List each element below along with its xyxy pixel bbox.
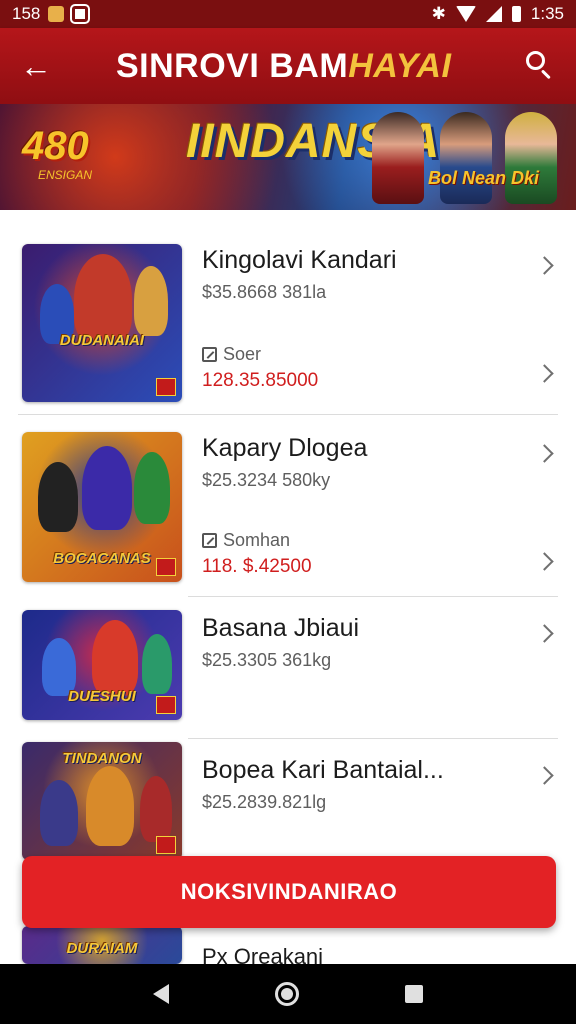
chevron-right-icon[interactable] bbox=[534, 442, 558, 466]
divider bbox=[18, 414, 558, 415]
page-title-main: SINROVI BAM bbox=[116, 46, 349, 85]
nav-home-icon[interactable] bbox=[275, 982, 299, 1006]
chevron-right-icon[interactable] bbox=[534, 254, 558, 278]
game-thumbnail: DURAIAM bbox=[22, 926, 182, 964]
arrow-left-icon: ← bbox=[20, 47, 52, 84]
search-button[interactable] bbox=[520, 46, 560, 86]
thumbnail-title: DUDANAIAI bbox=[59, 332, 145, 349]
game-thumbnail: DUDANAIAI bbox=[22, 244, 182, 402]
list-item[interactable]: BOCACANAS Kapary Dlogea $25.3234 580ky S… bbox=[0, 416, 576, 597]
back-button[interactable]: ← bbox=[16, 46, 56, 86]
page-title: SINROVI BAMHAYAI bbox=[116, 47, 451, 86]
primary-action-button[interactable]: NOKSIVINDANIRAO bbox=[22, 856, 556, 928]
game-badge-icon bbox=[156, 836, 176, 854]
status-time-right: 1:35 bbox=[530, 4, 564, 23]
game-badge-icon bbox=[156, 696, 176, 714]
item-sub-label-text: Somhan bbox=[223, 530, 291, 550]
notification-app-icon bbox=[48, 6, 65, 22]
chevron-right-icon[interactable] bbox=[534, 764, 558, 788]
item-meta: $25.3234 580ky bbox=[202, 470, 331, 490]
item-name: Kapary Dlogea bbox=[202, 434, 368, 462]
chevron-right-icon[interactable] bbox=[534, 362, 558, 386]
list-item[interactable]: DURAIAM Px Oreakani bbox=[0, 926, 576, 969]
checkbox-icon bbox=[202, 533, 217, 548]
game-thumbnail: DUESHUI bbox=[22, 610, 182, 720]
battery-icon bbox=[511, 6, 521, 22]
game-badge-icon bbox=[156, 558, 176, 576]
status-time-left: 158 bbox=[12, 4, 41, 23]
banner-tag: Bol Nean Dki bbox=[428, 168, 540, 188]
list-item[interactable]: DUESHUI Basana Jbiaui $25.3305 361kg bbox=[0, 598, 576, 739]
nav-back-icon[interactable] bbox=[153, 984, 169, 1004]
banner-character-image bbox=[505, 112, 557, 204]
app-bar: ← SINROVI BAMHAYAI bbox=[0, 28, 576, 104]
item-meta: $25.2839.821lg bbox=[202, 792, 327, 812]
item-sub-label: Somhan bbox=[202, 530, 290, 551]
wifi-icon bbox=[455, 6, 476, 22]
list-item[interactable]: DUDANAIAI Kingolavi Kandari $35.8668 381… bbox=[0, 210, 576, 415]
divider bbox=[188, 738, 558, 739]
item-sub-label: Soer bbox=[202, 344, 261, 365]
banner-character-image bbox=[440, 112, 492, 204]
checkbox-icon bbox=[202, 347, 217, 362]
page-title-highlight: HAYAI bbox=[348, 46, 452, 85]
banner-character-image bbox=[372, 112, 424, 204]
game-thumbnail: TINDANON bbox=[22, 742, 182, 860]
item-price: 118. $.42500 bbox=[202, 556, 312, 577]
banner-subtitle: ENSIGAN bbox=[38, 168, 93, 182]
bluetooth-icon: ✱ bbox=[431, 4, 446, 23]
status-bar: 158 ✱ 1:35 bbox=[0, 0, 576, 28]
system-nav-bar bbox=[0, 964, 576, 1024]
item-name: Kingolavi Kandari bbox=[202, 246, 397, 274]
item-sub-label-text: Soer bbox=[223, 344, 262, 364]
thumbnail-title: DUESHUI bbox=[68, 688, 136, 705]
item-name: Basana Jbiaui bbox=[202, 614, 360, 642]
item-name: Bopea Kari Bantaial... bbox=[202, 756, 444, 784]
nav-recents-icon[interactable] bbox=[405, 985, 423, 1003]
promo-banner[interactable]: 480 ENSIGAN IINDANSIA Bol Nean Dki bbox=[0, 104, 576, 210]
signal-icon bbox=[485, 6, 502, 22]
notification-message-icon bbox=[70, 4, 91, 24]
item-meta: $25.3305 361kg bbox=[202, 650, 332, 670]
thumbnail-title: TINDANON bbox=[62, 750, 142, 767]
item-meta: $35.8668 381la bbox=[202, 282, 327, 302]
chevron-right-icon[interactable] bbox=[534, 550, 558, 574]
item-price: 128.35.85000 bbox=[202, 370, 319, 391]
banner-number: 480 bbox=[22, 124, 89, 168]
game-badge-icon bbox=[156, 378, 176, 396]
chevron-right-icon[interactable] bbox=[534, 622, 558, 646]
game-thumbnail: BOCACANAS bbox=[22, 432, 182, 582]
list-item[interactable]: TINDANON Bopea Kari Bantaial... $25.2839… bbox=[0, 740, 576, 860]
divider bbox=[188, 596, 558, 597]
thumbnail-title: BOCACANAS bbox=[53, 550, 151, 567]
thumbnail-title: DURAIAM bbox=[66, 940, 138, 957]
